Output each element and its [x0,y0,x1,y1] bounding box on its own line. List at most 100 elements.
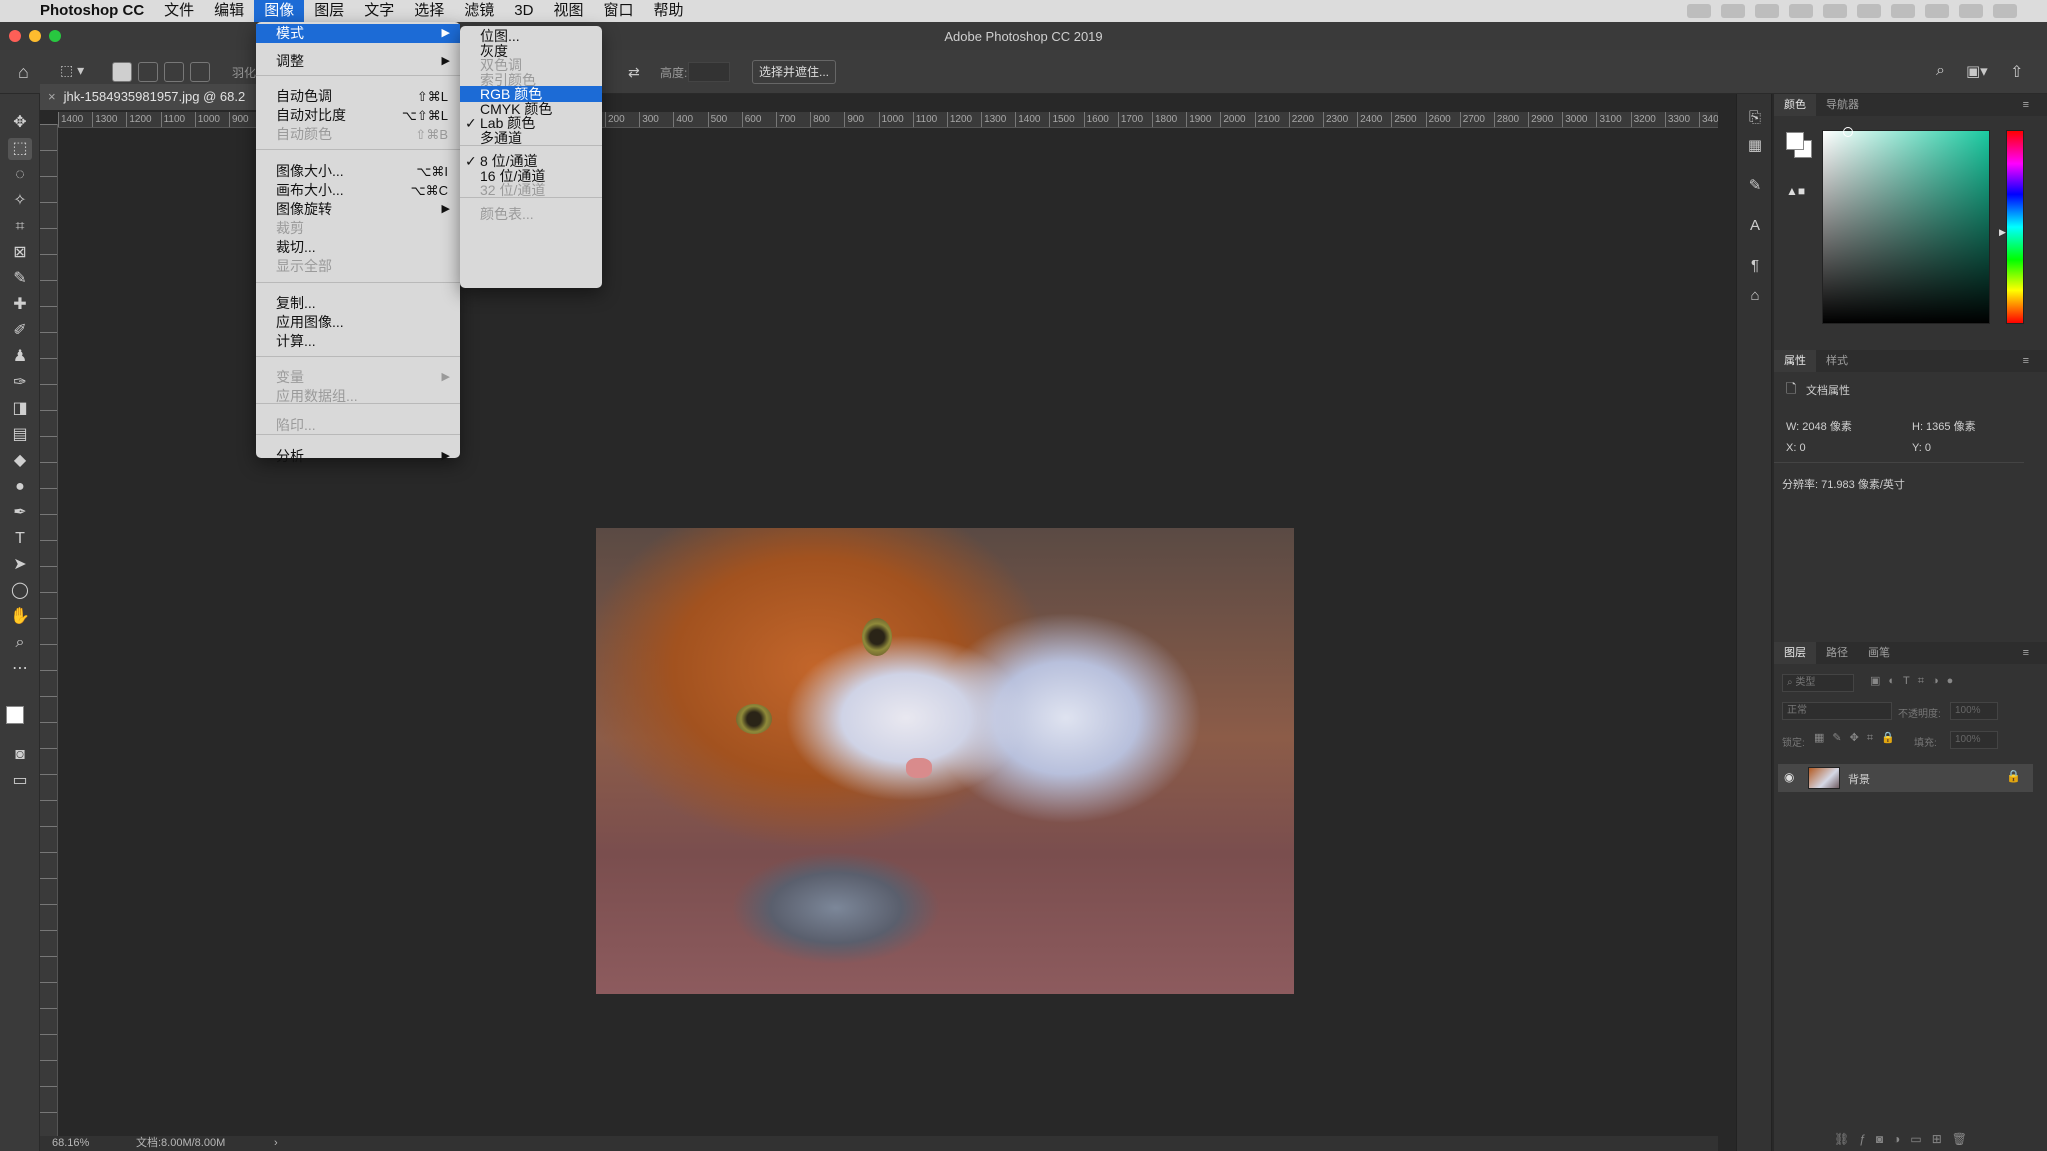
menu-view[interactable]: 视图 [543,0,593,22]
status-icon[interactable] [1993,4,2017,18]
tab-styles[interactable]: 样式 [1816,350,1858,372]
quick-mask-icon[interactable]: ◙ [8,744,32,766]
status-icon[interactable] [1823,4,1847,18]
menu-layer[interactable]: 图层 [304,0,354,22]
subtract-selection-button[interactable] [164,62,184,82]
tab-layers[interactable]: 图层 [1774,642,1816,664]
image-menu-item[interactable]: 分析 ▶ [256,447,460,466]
lock-icons[interactable]: ▦✎✥⌗🔒 [1814,731,1903,745]
panel-menu-icon[interactable]: ≡ [2013,642,2039,664]
fill-input[interactable]: 100% [1950,731,1998,749]
status-icon[interactable] [1925,4,1949,18]
paragraph-panel-icon[interactable]: ¶ [1745,256,1765,276]
panel-menu-icon[interactable]: ≡ [2013,94,2039,116]
tab-properties[interactable]: 属性 [1774,350,1816,372]
mode-menu-item[interactable]: ✓ Lab 颜色 [460,115,602,131]
foreground-color-swatch[interactable] [6,706,24,724]
picker-handle[interactable] [1843,127,1853,137]
image-menu-item[interactable]: 图像旋转 ▶ [256,200,460,219]
tab-color[interactable]: 颜色 [1774,94,1816,116]
image-menu-item[interactable]: 画布大小... ⌥⌘C [256,181,460,200]
menu-3d[interactable]: 3D [504,0,543,22]
menu-help[interactable]: 帮助 [643,0,693,22]
more-tools-icon[interactable]: ⋯ [8,658,32,680]
eyedropper-tool-icon[interactable]: ✎ [8,268,32,290]
character-panel-icon[interactable]: A [1745,216,1765,236]
menu-filter[interactable]: 滤镜 [454,0,504,22]
gradient-tool-icon[interactable]: ▤ [8,424,32,446]
mode-menu-item[interactable]: 位图... [460,28,602,44]
brush-settings-icon[interactable]: ✎ [1745,176,1765,196]
screen-mode-icon[interactable]: ▭ [8,770,32,792]
panel-menu-icon[interactable]: ≡ [2013,350,2039,372]
marquee-preset-icon[interactable]: ⬚ ▾ [60,62,84,79]
mode-menu-item[interactable]: ✓ 8 位/通道 [460,153,602,169]
add-selection-button[interactable] [138,62,158,82]
history-panel-icon[interactable]: ⎘ [1745,108,1765,128]
image-menu-item[interactable]: 裁切... [256,238,460,257]
menu-select[interactable]: 选择 [404,0,454,22]
image-menu-item[interactable]: 自动色调 ⇧⌘L [256,87,460,106]
share-icon[interactable]: ⇧ [2010,62,2023,82]
color-picker-field[interactable] [1822,127,1990,324]
opacity-input[interactable]: 100% [1950,702,1998,720]
swatches-panel-icon[interactable]: ▦ [1745,136,1765,156]
frame-tool-icon[interactable]: ⊠ [8,242,32,264]
intersect-selection-button[interactable] [190,62,210,82]
layer-row[interactable]: ◉ 背景 🔒 [1778,764,2033,792]
image-menu-item[interactable]: 计算... [256,332,460,351]
image-menu-item[interactable]: 图像大小... ⌥⌘I [256,162,460,181]
panel-foreground-swatch[interactable] [1786,132,1804,150]
blur-tool-icon[interactable]: ◆ [8,450,32,472]
status-arrow-icon[interactable]: › [274,1136,278,1151]
layer-filter-icons[interactable]: ▣◐T⌗◑● [1870,674,1961,688]
status-icon[interactable] [1687,4,1711,18]
lasso-tool-icon[interactable]: ◌ [8,164,32,186]
hue-slider-marker-icon[interactable]: ▶ [1999,227,2006,238]
image-menu-item[interactable]: 调整 ▶ [256,52,460,71]
history-brush-tool-icon[interactable]: ✑ [8,372,32,394]
zoom-tool-icon[interactable]: ⌕ [8,632,32,654]
type-tool-icon[interactable]: T [8,528,32,550]
move-tool-icon[interactable]: ✥ [8,112,32,134]
image-menu-item[interactable]: 应用图像... [256,313,460,332]
dodge-tool-icon[interactable]: ● [8,476,32,498]
zoom-level[interactable]: 68.16% [52,1136,89,1151]
path-selection-tool-icon[interactable]: ➤ [8,554,32,576]
glyphs-panel-icon[interactable]: ⌂ [1745,286,1765,306]
pen-tool-icon[interactable]: ✒ [8,502,32,524]
workspace-icon[interactable]: ▣▾ [1966,62,1988,80]
ellipse-tool-icon[interactable]: ◯ [8,580,32,602]
mode-menu-item[interactable]: RGB 颜色 [460,86,602,102]
new-selection-button[interactable] [112,62,132,82]
status-icon[interactable] [1789,4,1813,18]
mode-menu-item[interactable]: 多通道 [460,130,602,146]
status-icon[interactable] [1959,4,1983,18]
eye-icon[interactable]: ◉ [1784,770,1794,784]
crop-tool-icon[interactable]: ⌗ [8,216,32,238]
brush-tool-icon[interactable]: ✐ [8,320,32,342]
height-input[interactable] [688,62,730,82]
search-icon[interactable]: ⌕ [1936,62,1945,80]
menu-window[interactable]: 窗口 [593,0,643,22]
swap-icon[interactable]: ⇄ [628,64,640,81]
menu-type[interactable]: 文字 [354,0,404,22]
status-icon[interactable] [1755,4,1779,18]
close-tab-icon[interactable]: × [48,89,56,104]
hand-tool-icon[interactable]: ✋ [8,606,32,628]
tab-paths[interactable]: 路径 [1816,642,1858,664]
document-tab[interactable]: × jhk-1584935981957.jpg @ 68.2 [40,84,260,110]
select-and-mask-button[interactable]: 选择并遮住... [752,60,836,84]
tab-navigator[interactable]: 导航器 [1816,94,1869,116]
layer-filter-select[interactable]: ⌕ 类型 [1782,674,1854,692]
home-icon[interactable]: ⌂ [18,62,29,83]
status-icon[interactable] [1721,4,1745,18]
tab-brushes[interactable]: 画笔 [1858,642,1900,664]
apple-icon[interactable] [0,0,30,22]
clone-stamp-tool-icon[interactable]: ♟ [8,346,32,368]
marquee-tool-icon[interactable]: ⬚ [8,138,32,160]
hue-slider[interactable]: ▶ [1999,130,2024,324]
blend-mode-select[interactable]: 正常 [1782,702,1892,720]
menu-image[interactable]: 图像 [254,0,305,22]
healing-brush-tool-icon[interactable]: ✚ [8,294,32,316]
